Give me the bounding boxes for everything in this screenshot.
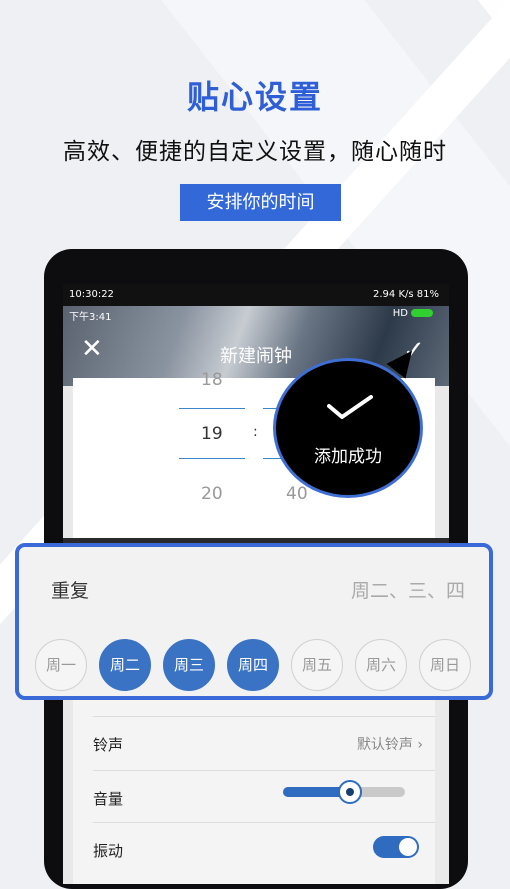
toast-bubble [273,358,423,498]
toast-text: 添加成功 [314,447,382,467]
divider [93,822,435,823]
status-right: 2.94 K/s 81% [373,289,439,300]
picker-separator: : [253,424,258,440]
ringtone-row[interactable]: 铃声 默认铃声 › [93,734,423,755]
vibrate-label: 振动 [93,842,124,860]
picker-hour-prev: 18 [201,370,223,390]
vibrate-toggle[interactable] [373,836,419,858]
weekday-chip[interactable]: 周五 [291,639,343,691]
volume-slider-knob[interactable] [338,780,363,804]
volume-label: 音量 [93,790,124,808]
picker-line [179,458,245,459]
picker-hour-next: 20 [201,484,223,504]
repeat-label: 重复 [51,580,90,602]
repeat-card: 重复 周二、三、四 周一 周二 周三 周四 周五 周六 周日 [15,543,493,700]
weekday-chip[interactable]: 周四 [227,639,279,691]
divider [93,716,435,717]
picker-minute-next: 40 [286,484,308,504]
outer-status-bar: 10:30:22 2.94 K/s 81% [63,284,449,306]
ringtone-label: 铃声 [93,736,124,754]
picker-line [179,408,245,409]
ringtone-value[interactable]: 默认铃声 › [357,734,423,754]
settings-list: 铃声 默认铃声 › 音量 振动 [73,694,435,884]
picker-hour[interactable]: 19 [201,424,223,444]
hd-label: HD [392,308,408,319]
status-time: 10:30:22 [69,289,114,300]
promo-tag: 安排你的时间 [180,184,341,221]
inner-status-time: 下午3:41 [69,312,112,323]
inner-status-right: HD [393,308,433,319]
promo-subtitle: 高效、便捷的自定义设置，随心随时 [63,139,447,165]
weekday-chip[interactable]: 周六 [355,639,407,691]
weekday-chip[interactable]: 周三 [163,639,215,691]
weekday-chip[interactable]: 周二 [99,639,151,691]
repeat-value: 周二、三、四 [350,580,465,602]
divider [93,770,435,771]
weekday-chip[interactable]: 周一 [35,639,87,691]
volume-slider[interactable] [283,780,405,804]
weekday-chip[interactable]: 周日 [419,639,471,691]
battery-icon [411,309,433,317]
success-check-icon [327,395,373,419]
promo-title: 贴心设置 [186,78,323,116]
